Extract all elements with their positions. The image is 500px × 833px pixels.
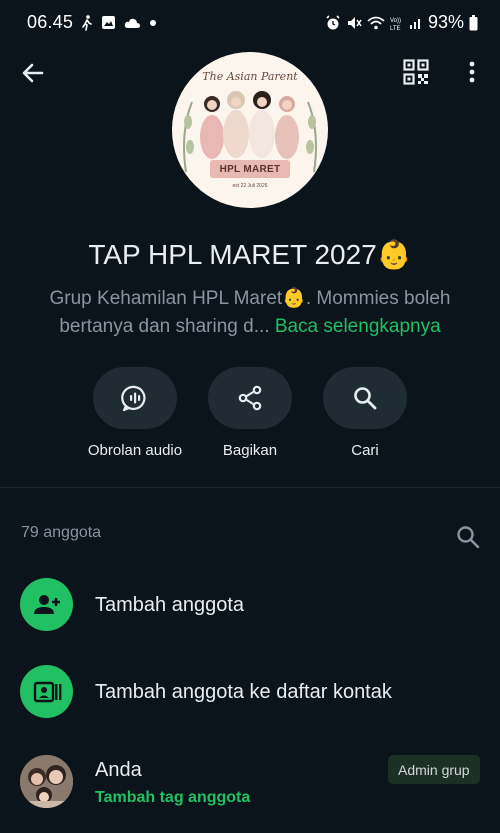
add-person-icon xyxy=(20,578,73,631)
svg-text:LTE: LTE xyxy=(390,26,401,31)
status-bar: 06.45 Vo)) LTE 93% xyxy=(0,0,500,44)
group-avatar[interactable]: The Asian Parent HPL MARET est 22 Juli 2… xyxy=(172,52,328,208)
action-buttons: Obrolan audio Bagikan Cari xyxy=(0,367,500,467)
search-button[interactable]: Cari xyxy=(295,367,435,459)
back-arrow-icon[interactable] xyxy=(18,58,48,88)
group-name[interactable]: TAP HPL MARET 2027👶 xyxy=(0,238,500,271)
cloud-icon xyxy=(124,17,141,29)
battery-icon xyxy=(469,14,478,31)
mute-icon xyxy=(346,15,362,31)
battery-percent: 93% xyxy=(427,12,464,32)
members-search-icon[interactable] xyxy=(455,524,481,555)
share-icon[interactable] xyxy=(208,367,292,429)
signal-icon xyxy=(409,16,423,30)
add-member-row[interactable]: Tambah anggota xyxy=(0,578,500,638)
volte-icon: Vo)) LTE xyxy=(390,15,404,31)
search-icon[interactable] xyxy=(323,367,407,429)
add-member-label: Tambah anggota xyxy=(95,594,245,616)
avatar-title: The Asian Parent xyxy=(202,70,298,83)
contact-card-icon xyxy=(20,665,73,718)
image-icon xyxy=(101,15,116,30)
wifi-icon xyxy=(367,16,385,30)
walking-icon xyxy=(81,14,93,31)
audio-chat-icon[interactable] xyxy=(93,367,177,429)
group-description[interactable]: Grup Kehamilan HPL Maret👶. Mommies boleh… xyxy=(30,285,470,341)
dot-icon xyxy=(149,19,157,27)
section-divider xyxy=(0,487,500,488)
add-to-contacts-label: Tambah anggota ke daftar kontak xyxy=(95,681,392,703)
qr-code-icon[interactable] xyxy=(402,58,430,86)
search-label: Cari xyxy=(351,442,379,459)
member-name[interactable]: Anda xyxy=(95,759,142,782)
admin-badge: Admin grup xyxy=(388,755,480,784)
add-to-contacts-row[interactable]: Tambah anggota ke daftar kontak xyxy=(0,665,500,725)
more-vert-icon[interactable] xyxy=(460,58,484,86)
avatar[interactable] xyxy=(20,755,73,808)
status-time: 06.45 xyxy=(27,12,74,32)
read-more-link[interactable]: Baca selengkapnya xyxy=(275,316,441,337)
svg-text:Vo)): Vo)) xyxy=(390,18,401,24)
avatar-banner: HPL MARET xyxy=(210,160,290,178)
alarm-icon xyxy=(325,14,341,31)
add-member-tag-link[interactable]: Tambah tag anggota xyxy=(95,789,250,807)
members-count: 79 anggota xyxy=(21,524,102,541)
avatar-date: est 22 Juli 2026 xyxy=(232,183,268,189)
